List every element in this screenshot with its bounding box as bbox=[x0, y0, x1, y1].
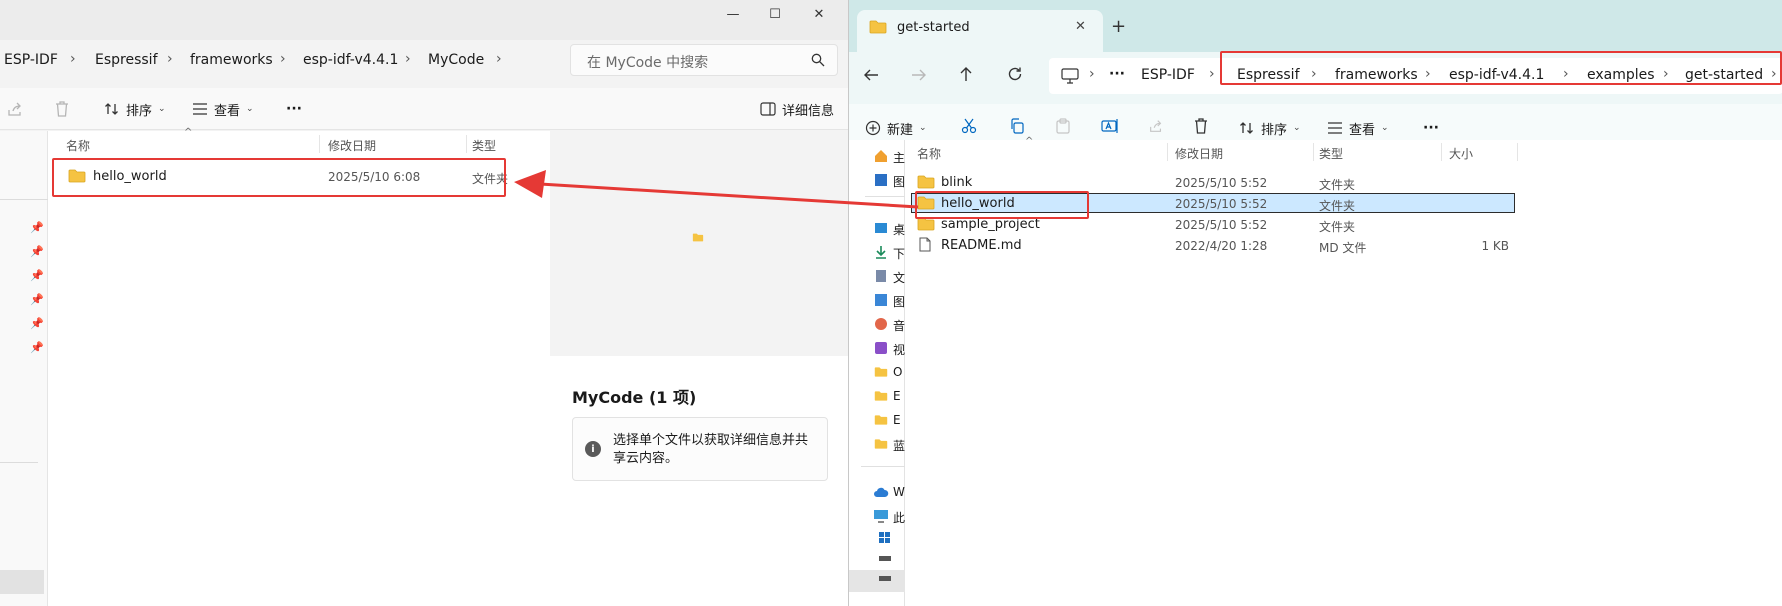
annotation-arrow bbox=[514, 170, 919, 209]
